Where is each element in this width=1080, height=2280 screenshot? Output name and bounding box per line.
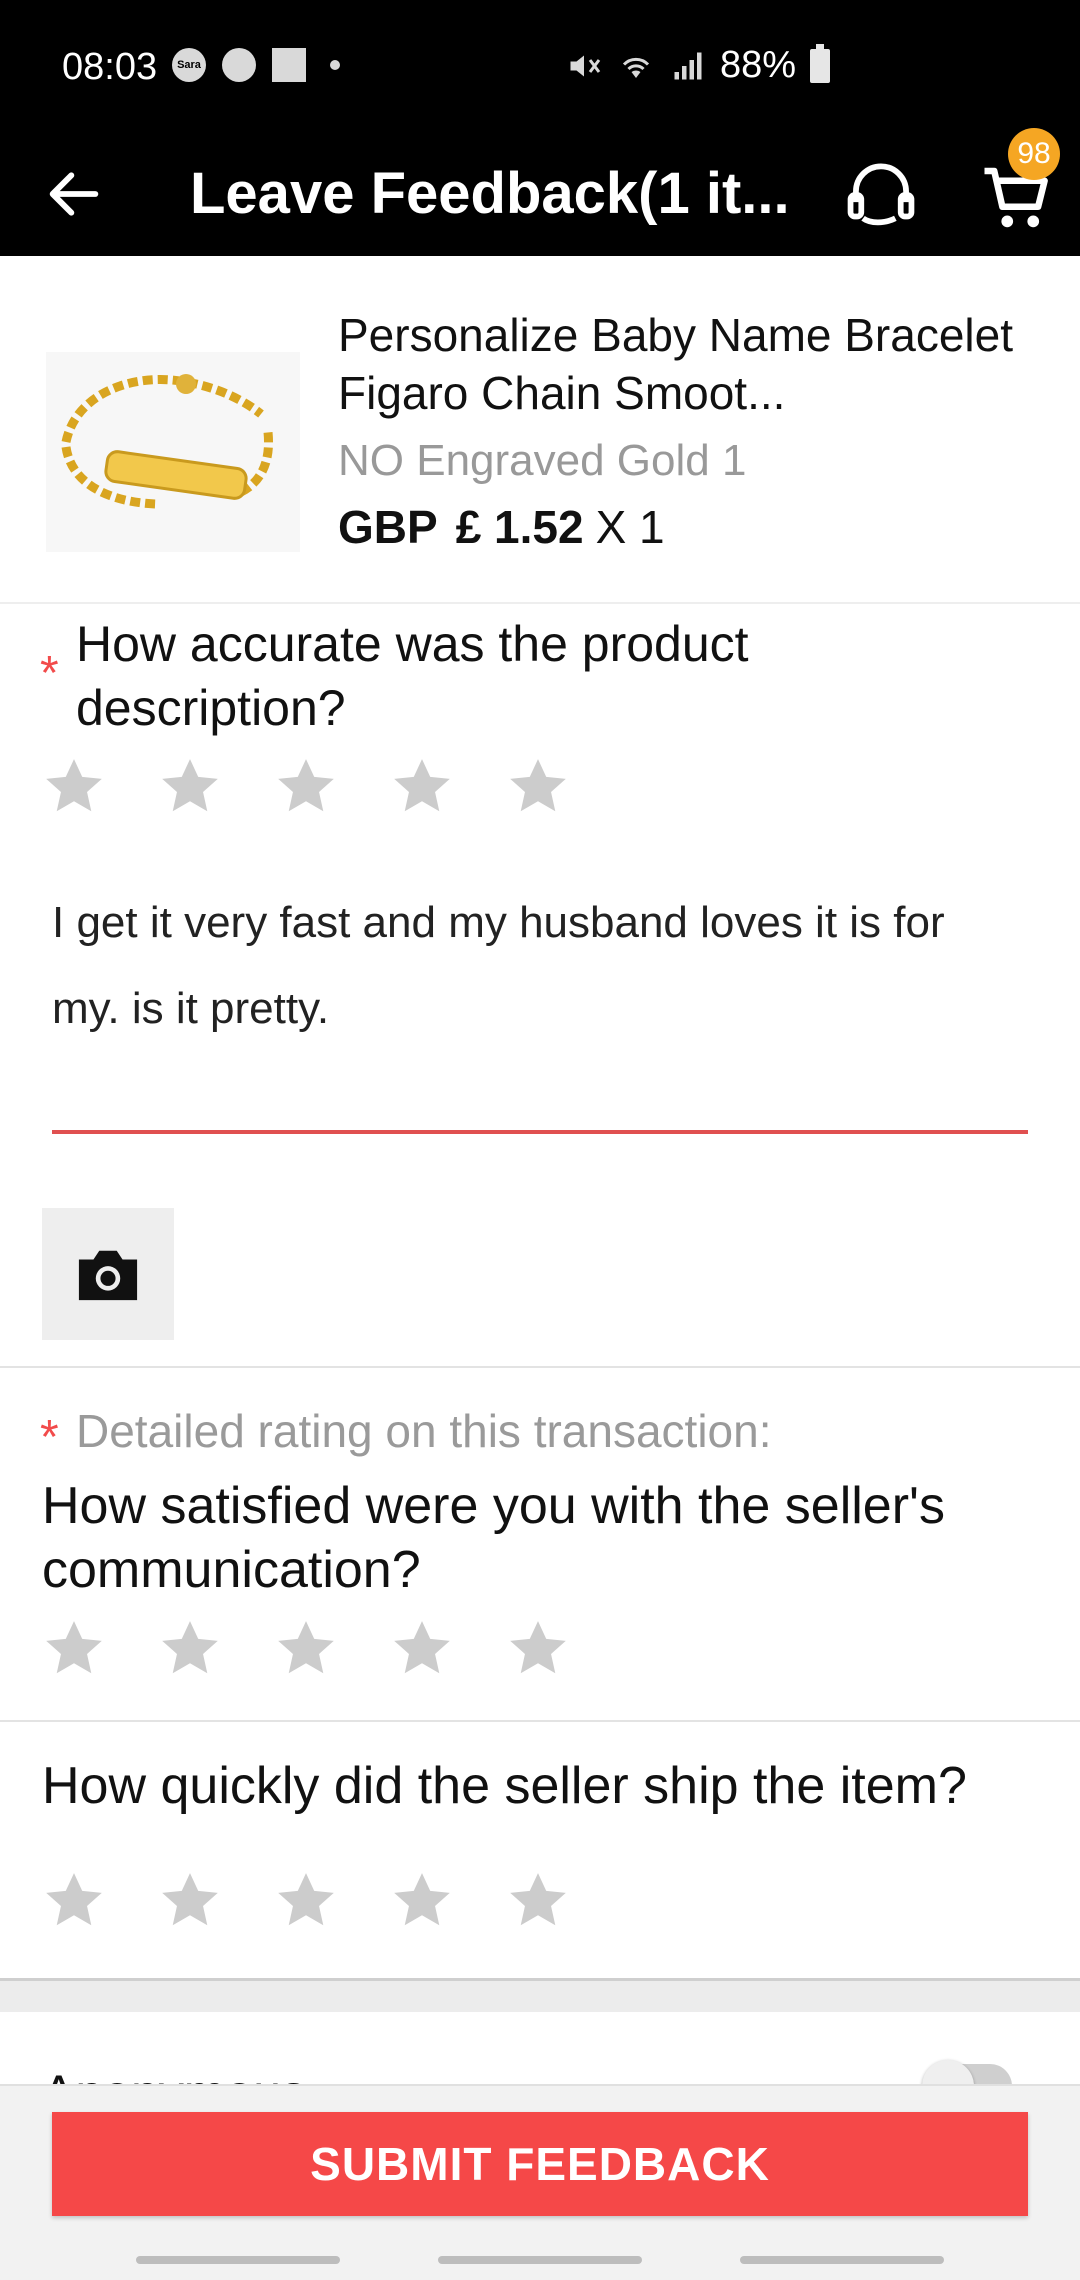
battery-level: 88% [720, 44, 797, 86]
star-2[interactable] [156, 1866, 224, 1934]
description-rating-stars[interactable] [40, 752, 572, 820]
mute-icon [570, 55, 601, 76]
browser-notification-icon [222, 48, 256, 82]
star-1[interactable] [40, 752, 108, 820]
anonymous-label: Anonymous [42, 2064, 306, 2084]
star-2[interactable] [156, 752, 224, 820]
star-3[interactable] [272, 752, 340, 820]
star-1[interactable] [40, 1614, 108, 1682]
notification-icons: Sara [172, 48, 340, 82]
product-variant: NO Engraved Gold 1 [338, 436, 747, 485]
wifi-icon [622, 57, 650, 78]
star-4[interactable] [388, 1614, 456, 1682]
app-bar: Leave Feedback(1 it... [0, 134, 1080, 256]
more-notifications-icon [330, 60, 340, 70]
section-divider [0, 1366, 1080, 1368]
star-5[interactable] [504, 752, 572, 820]
submit-feedback-button[interactable]: SUBMIT FEEDBACK [52, 2112, 1028, 2216]
star-3[interactable] [272, 1866, 340, 1934]
star-1[interactable] [40, 1866, 108, 1934]
page-title: Leave Feedback(1 it... [190, 161, 790, 226]
product-name: Personalize Baby Name Bracelet Figaro Ch… [338, 309, 1013, 419]
detailed-rating-label: Detailed rating on this transaction: [76, 1405, 772, 1457]
section-separator [0, 1978, 1080, 2012]
nav-home-button[interactable] [438, 2256, 642, 2264]
system-status: 88% [566, 43, 831, 87]
required-mark: * [40, 647, 59, 700]
nav-back-button[interactable] [740, 2256, 944, 2264]
status-time: 08:03 [62, 46, 158, 88]
star-2[interactable] [156, 1614, 224, 1682]
customer-service-headset-icon[interactable] [838, 152, 924, 238]
shipping-speed-question: How quickly did the seller ship the item… [42, 1757, 967, 1815]
required-mark: * [40, 1411, 59, 1464]
product-image [46, 352, 300, 552]
star-4[interactable] [388, 1866, 456, 1934]
status-bar: 08:03 Sara 88% [0, 0, 1080, 134]
bracelet-image-icon [61, 374, 274, 509]
star-5[interactable] [504, 1614, 572, 1682]
signal-icon [674, 52, 702, 79]
description-accuracy-question: How accurate was the product description… [76, 616, 749, 736]
system-navigation-bar [0, 2238, 1080, 2280]
review-input-underline [52, 1130, 1028, 1134]
product-price: GBP £ 1.52 X 1 [338, 500, 665, 554]
shipping-rating-stars[interactable] [40, 1866, 572, 1934]
star-3[interactable] [272, 1614, 340, 1682]
price-amount: £ 1.52 [455, 501, 584, 553]
nav-recents-button[interactable] [136, 2256, 340, 2264]
review-text-input[interactable]: I get it very fast and my husband loves … [52, 880, 1012, 1052]
communication-rating-stars[interactable] [40, 1614, 572, 1682]
anonymous-row[interactable]: Anonymous [0, 2012, 1080, 2084]
camera-icon [78, 1250, 138, 1301]
back-arrow-icon[interactable] [42, 162, 106, 226]
price-quantity: X 1 [595, 501, 665, 553]
image-notification-icon [272, 48, 306, 82]
battery-icon [810, 43, 831, 83]
communication-question: How satisfied were you with the seller's… [42, 1477, 945, 1599]
product-summary[interactable]: Personalize Baby Name Bracelet Figaro Ch… [0, 256, 1080, 604]
star-4[interactable] [388, 752, 456, 820]
app-notification-icon: Sara [172, 48, 206, 82]
anonymous-toggle[interactable] [922, 2060, 1012, 2084]
star-5[interactable] [504, 1866, 572, 1934]
cart-count-badge: 98 [1008, 128, 1060, 180]
section-divider [0, 1720, 1080, 1722]
add-photo-button[interactable] [42, 1208, 174, 1340]
price-currency: GBP [338, 501, 438, 553]
